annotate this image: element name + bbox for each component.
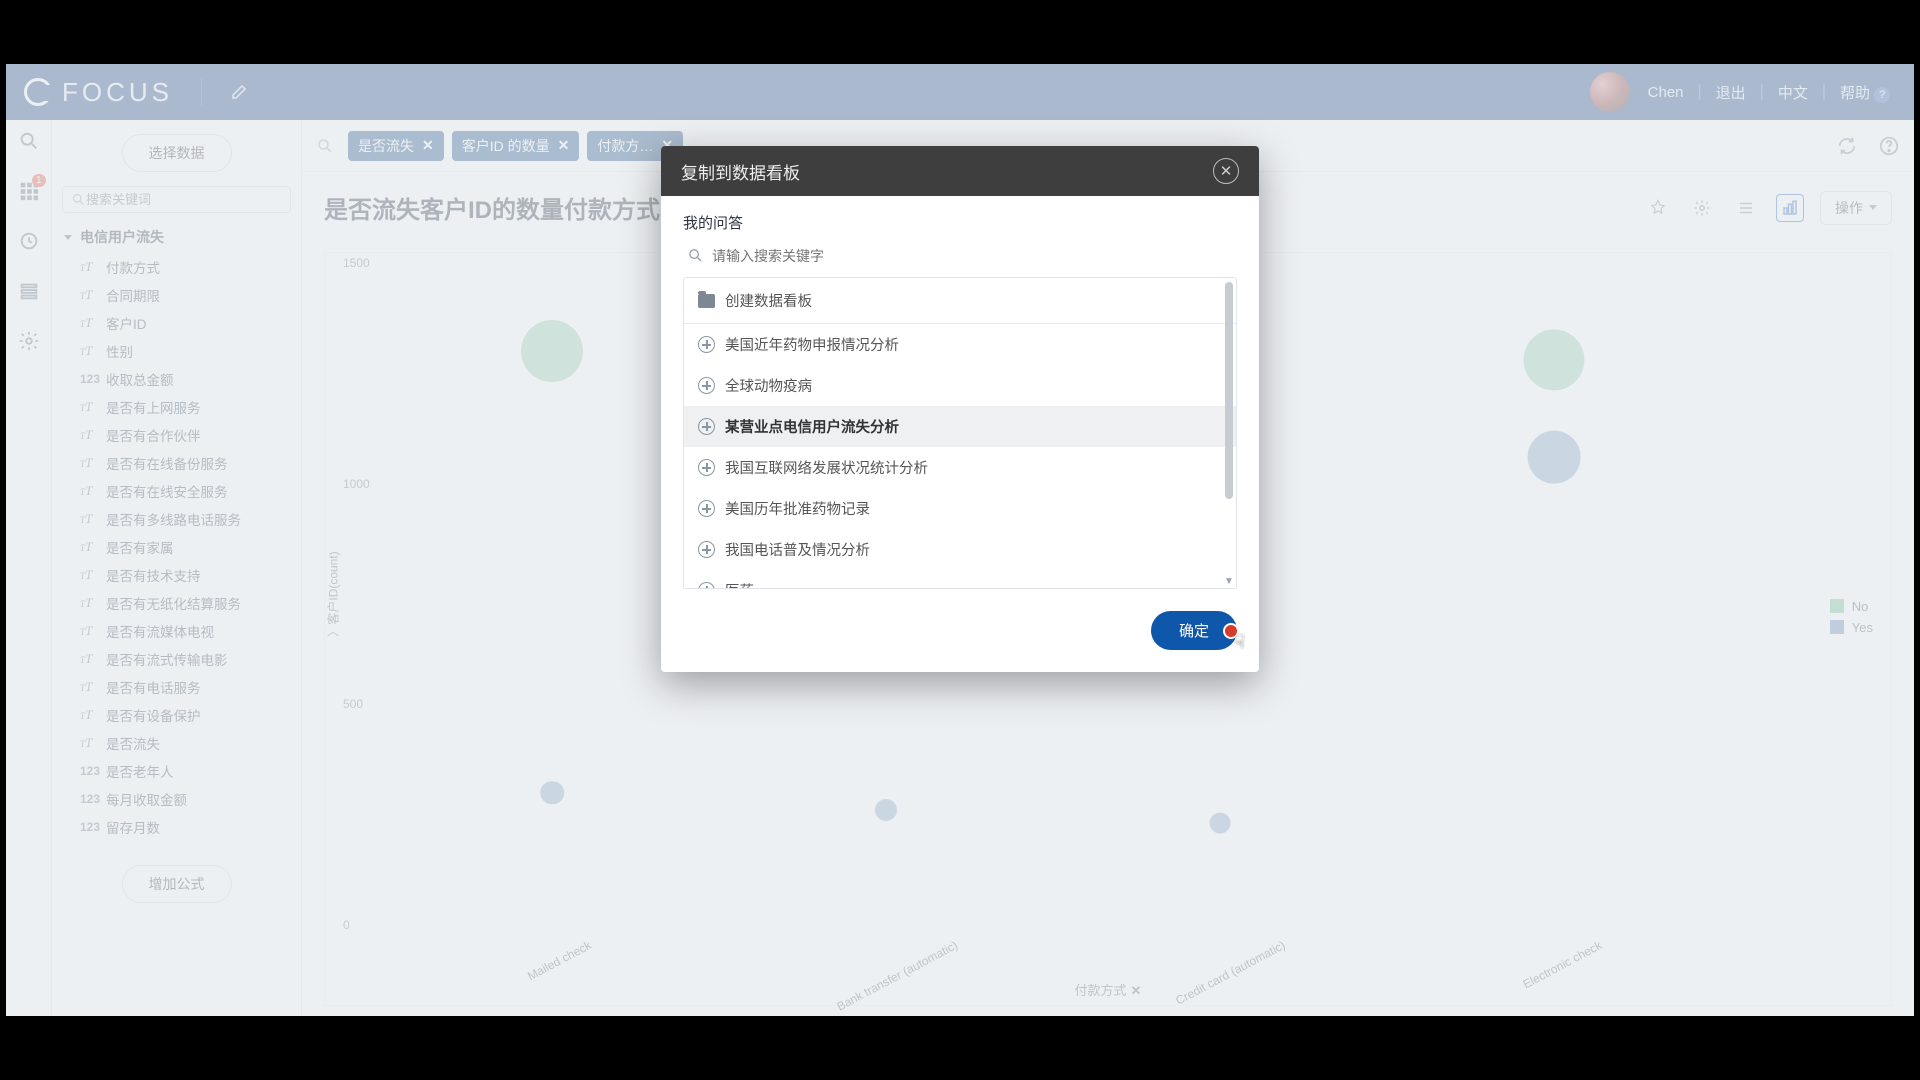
plus-icon [698, 336, 715, 353]
plus-icon [698, 582, 715, 588]
dashboard-row[interactable]: 我国电话普及情况分析 [684, 529, 1236, 570]
cursor-indicator [1223, 623, 1239, 639]
dashboard-label: 我国互联网络发展状况统计分析 [725, 457, 928, 478]
copy-to-dashboard-modal: 复制到数据看板 ✕ 我的问答 创建数据看板 美国近年药物申报情况分析全球动物疫病… [661, 146, 1259, 672]
modal-search[interactable] [683, 243, 1237, 277]
dashboard-label: 医药 [725, 580, 754, 588]
create-dashboard-row[interactable]: 创建数据看板 [684, 278, 1236, 324]
app-stage: FOCUS Chen | 退出 | 中文 | 帮助? 1 选择数据 [6, 64, 1914, 1016]
dashboard-row[interactable]: 美国近年药物申报情况分析 [684, 324, 1236, 365]
dashboard-label: 我国电话普及情况分析 [725, 539, 870, 560]
modal-section-label: 我的问答 [683, 212, 1237, 233]
folder-icon [698, 294, 715, 308]
scrollbar[interactable]: ▲ ▼ [1224, 282, 1234, 584]
modal-header: 复制到数据看板 ✕ [661, 146, 1259, 196]
plus-icon [698, 500, 715, 517]
close-icon[interactable]: ✕ [1213, 158, 1239, 184]
dashboard-row[interactable]: 美国历年批准药物记录 [684, 488, 1236, 529]
dashboard-row[interactable]: 全球动物疫病 [684, 365, 1236, 406]
plus-icon [698, 459, 715, 476]
dashboard-row[interactable]: 医药 [684, 570, 1236, 588]
dashboard-row[interactable]: 某营业点电信用户流失分析 [684, 406, 1236, 447]
dashboard-label: 美国近年药物申报情况分析 [725, 334, 899, 355]
dashboard-label: 某营业点电信用户流失分析 [725, 416, 899, 437]
plus-icon [698, 377, 715, 394]
dashboard-row[interactable]: 我国互联网络发展状况统计分析 [684, 447, 1236, 488]
confirm-button[interactable]: 确定 ☟ [1151, 611, 1237, 650]
modal-search-input[interactable] [712, 248, 1233, 264]
search-icon [687, 247, 704, 264]
scroll-down-icon[interactable]: ▼ [1224, 576, 1234, 586]
plus-icon [698, 541, 715, 558]
modal-title: 复制到数据看板 [681, 159, 800, 184]
scrollbar-thumb[interactable] [1225, 282, 1233, 499]
plus-icon [698, 418, 715, 435]
dashboard-label: 美国历年批准药物记录 [725, 498, 870, 519]
board-list-panel: 创建数据看板 美国近年药物申报情况分析全球动物疫病某营业点电信用户流失分析我国互… [683, 277, 1237, 589]
dashboard-label: 全球动物疫病 [725, 375, 812, 396]
